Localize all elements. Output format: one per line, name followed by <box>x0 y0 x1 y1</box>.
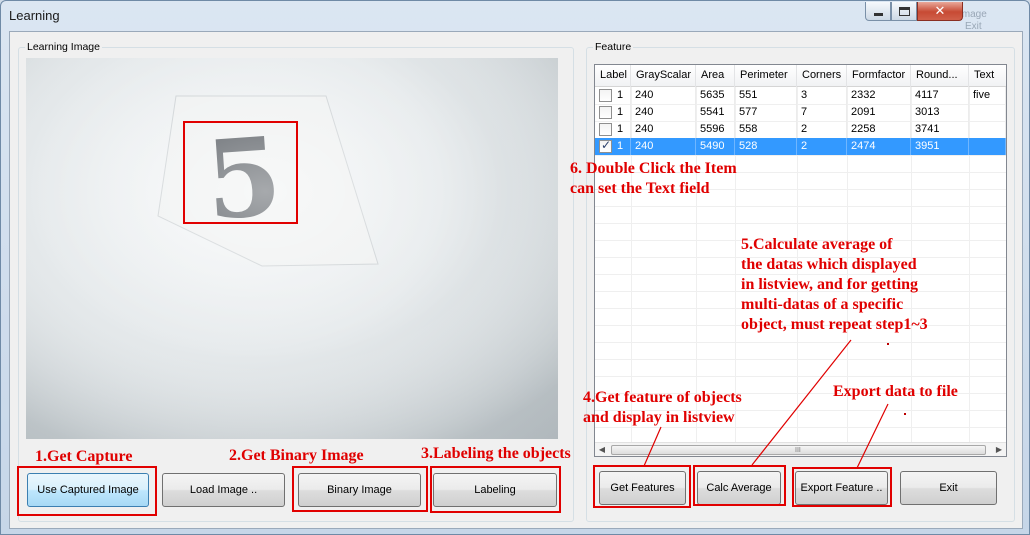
annotation-arrows <box>643 339 889 469</box>
arrow-step5 <box>751 339 852 466</box>
arrow-export <box>856 403 889 469</box>
annotation-dot-1 <box>887 343 889 345</box>
arrow-step4 <box>643 426 662 467</box>
annotation-dot-2 <box>904 413 906 415</box>
